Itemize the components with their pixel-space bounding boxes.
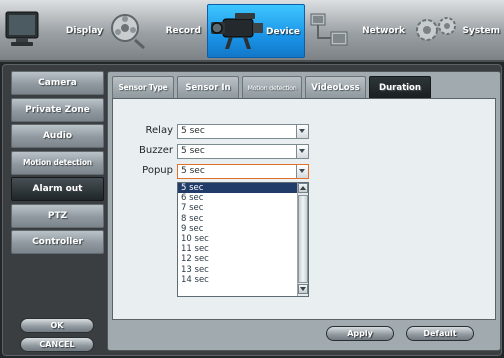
top-tab-bar: Display Record Device Network System bbox=[0, 0, 504, 62]
tab-device[interactable]: Device bbox=[207, 4, 305, 58]
popup-dropdown-list[interactable]: 5 sec 6 sec 7 sec 8 sec 9 sec 10 sec 11 … bbox=[177, 182, 309, 297]
default-button[interactable]: Default bbox=[406, 326, 474, 341]
ok-button[interactable]: OK bbox=[20, 318, 94, 333]
tab-sensor-type[interactable]: Sensor Type bbox=[112, 76, 174, 98]
network-icon bbox=[310, 13, 348, 46]
record-reel-icon bbox=[111, 14, 145, 50]
menu-item-camera[interactable]: Camera bbox=[11, 71, 104, 95]
buzzer-select[interactable]: 5 sec bbox=[177, 144, 309, 159]
tab-device-label: Device bbox=[266, 27, 300, 37]
relay-label: Relay bbox=[145, 125, 173, 136]
main-area: Camera Private Zone Audio Motion detecti… bbox=[0, 62, 504, 358]
sub-tab-strip: Sensor Type Sensor In Motion detection V… bbox=[112, 76, 434, 98]
relay-value: 5 sec bbox=[181, 126, 205, 136]
tab-duration[interactable]: Duration bbox=[369, 76, 431, 98]
menu-item-ptz[interactable]: PTZ bbox=[11, 203, 104, 228]
monitor-icon bbox=[5, 11, 39, 46]
chevron-down-icon[interactable] bbox=[296, 165, 308, 178]
tab-record[interactable]: Record bbox=[108, 4, 205, 58]
dropdown-option[interactable]: 13 sec bbox=[178, 265, 308, 275]
dropdown-option[interactable]: 7 sec bbox=[178, 203, 308, 213]
scroll-thumb[interactable] bbox=[298, 195, 308, 283]
tab-display[interactable]: Display bbox=[2, 4, 107, 58]
dropdown-option[interactable]: 14 sec bbox=[178, 275, 308, 285]
tab-system[interactable]: System bbox=[411, 4, 504, 58]
dropdown-option[interactable]: 8 sec bbox=[178, 214, 308, 224]
chevron-down-icon bbox=[300, 287, 306, 291]
dropdown-option[interactable]: 11 sec bbox=[178, 244, 308, 254]
dropdown-option[interactable]: 6 sec bbox=[178, 193, 308, 203]
tab-videoloss[interactable]: VideoLoss bbox=[305, 76, 366, 98]
gears-icon bbox=[416, 17, 456, 41]
dropdown-option[interactable]: 12 sec bbox=[178, 254, 308, 264]
menu-item-controller[interactable]: Controller bbox=[11, 230, 104, 254]
tab-system-label: System bbox=[462, 26, 501, 36]
popup-label: Popup bbox=[142, 165, 173, 176]
tab-record-label: Record bbox=[165, 26, 201, 36]
menu-item-private-zone[interactable]: Private Zone bbox=[11, 97, 104, 122]
dropdown-option[interactable]: 10 sec bbox=[178, 234, 308, 244]
scroll-up-button[interactable] bbox=[298, 183, 308, 193]
buzzer-value: 5 sec bbox=[181, 146, 205, 156]
settings-panel: Sensor Type Sensor In Motion detection V… bbox=[107, 71, 501, 351]
dropdown-option[interactable]: 5 sec bbox=[178, 183, 308, 194]
menu-item-audio[interactable]: Audio bbox=[11, 124, 104, 148]
scroll-down-button[interactable] bbox=[298, 284, 308, 294]
cancel-button[interactable]: CANCEL bbox=[20, 337, 94, 352]
apply-button[interactable]: Apply bbox=[326, 326, 394, 341]
left-menu: Camera Private Zone Audio Motion detecti… bbox=[11, 71, 104, 257]
duration-settings: Relay 5 sec Buzzer 5 sec Popup 5 sec 5 s… bbox=[112, 98, 496, 320]
tab-network[interactable]: Network bbox=[307, 4, 409, 58]
chevron-down-icon[interactable] bbox=[296, 125, 308, 138]
dropdown-scrollbar[interactable] bbox=[297, 183, 308, 296]
tab-sensor-in[interactable]: Sensor In bbox=[177, 76, 239, 98]
tab-display-label: Display bbox=[65, 26, 103, 36]
dropdown-option[interactable]: 9 sec bbox=[178, 224, 308, 234]
chevron-up-icon bbox=[300, 186, 306, 190]
tab-motion-detection[interactable]: Motion detection bbox=[242, 76, 302, 98]
chevron-down-icon[interactable] bbox=[296, 145, 308, 158]
camcorder-icon bbox=[211, 13, 263, 49]
buzzer-label: Buzzer bbox=[139, 145, 173, 156]
settings-frame: Camera Private Zone Audio Motion detecti… bbox=[2, 64, 502, 356]
relay-select[interactable]: 5 sec bbox=[177, 124, 309, 139]
popup-select[interactable]: 5 sec bbox=[177, 164, 309, 179]
menu-item-motion-detection[interactable]: Motion detection bbox=[11, 150, 104, 175]
menu-item-alarm-out[interactable]: Alarm out bbox=[11, 177, 104, 201]
tab-network-label: Network bbox=[362, 26, 405, 36]
popup-value: 5 sec bbox=[181, 166, 205, 176]
